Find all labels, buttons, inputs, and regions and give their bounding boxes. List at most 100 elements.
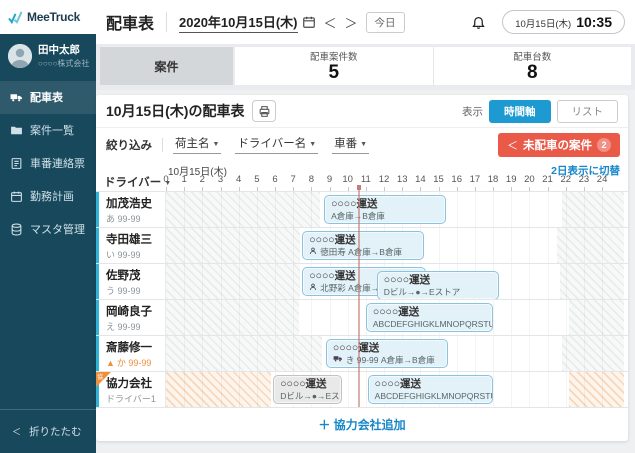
board-footer: ＋ 協力会社追加 xyxy=(96,407,628,441)
hour-gridline xyxy=(584,264,585,299)
hour-gridline xyxy=(529,300,530,335)
driver-label: 佐野茂う 99-99 xyxy=(96,264,166,299)
filter-dropdown-label: 車番 xyxy=(334,138,357,150)
hour-label: 22 xyxy=(560,174,571,185)
hour-gridline xyxy=(548,264,549,299)
hour-gridline xyxy=(584,192,585,227)
view-option-1[interactable]: リスト xyxy=(557,100,619,123)
today-button[interactable]: 今日 xyxy=(366,12,405,33)
dispatch-card[interactable]: ○○○○運送き 99-99 A倉庫→B倉庫 xyxy=(326,339,448,368)
unavailable-hatch xyxy=(166,300,299,335)
hour-gridline xyxy=(257,372,258,407)
driver-plate: ドライバー1 xyxy=(106,392,161,405)
hour-gridline xyxy=(239,300,240,335)
hour-gridline xyxy=(330,300,331,335)
hour-label: 8 xyxy=(309,174,314,185)
hour-gridline xyxy=(602,192,603,227)
hour-gridline xyxy=(602,264,603,299)
user-info: 田中太郎 ○○○○株式会社 xyxy=(0,34,96,81)
unavailable-hatch xyxy=(557,228,624,263)
dispatch-card[interactable]: ○○○○運送A倉庫→B倉庫 xyxy=(324,195,446,224)
tab-cases[interactable]: 案件 xyxy=(100,47,233,85)
hour-gridline xyxy=(566,300,567,335)
hour-gridline xyxy=(529,228,530,263)
dispatch-card[interactable]: ○○○○運送ABCDEFGHIGKLMNOPQRSTU倉庫… xyxy=(366,303,493,332)
sidebar-item-4[interactable]: マスタ管理 xyxy=(0,213,96,246)
hour-gridline xyxy=(184,264,185,299)
calendar-icon[interactable] xyxy=(298,15,320,29)
dispatch-card[interactable]: ○○○○運送Dビル→●→Eストア xyxy=(273,375,342,404)
sidebar-collapse-button[interactable]: ＜ 折りたたむ xyxy=(0,409,96,453)
hour-gridline xyxy=(257,264,258,299)
filter-dropdown-2[interactable]: 車番▼ xyxy=(332,135,369,154)
app-logo: MeeTruck xyxy=(0,0,96,34)
app-root: MeeTruck 田中太郎 ○○○○株式会社 配車表案件一覧車番連絡票勤務計画マ… xyxy=(0,0,635,453)
row-accent xyxy=(96,336,99,371)
clock: 10月15日(木) 10:35 xyxy=(502,10,625,34)
hour-gridline xyxy=(311,192,312,227)
driver-column-sort[interactable]: ドライバー▼ xyxy=(104,174,171,190)
sidebar-item-2[interactable]: 車番連絡票 xyxy=(0,147,96,180)
stats-strip: 案件 配車案件数5配車台数8 xyxy=(96,44,635,90)
dispatch-card[interactable]: ○○○○運送Dビル→●→Eストア xyxy=(377,271,499,299)
unavailable-hatch xyxy=(569,300,624,335)
row-accent xyxy=(96,264,99,299)
sidebar-item-1[interactable]: 案件一覧 xyxy=(0,114,96,147)
hour-gridline xyxy=(548,228,549,263)
hour-gridline xyxy=(584,372,585,407)
partner-ribbon-label: 協 xyxy=(97,372,103,381)
add-partner-button[interactable]: ＋ 協力会社追加 xyxy=(318,416,405,433)
driver-track: ○○○○運送き 99-99 A倉庫→B倉庫 xyxy=(166,336,624,371)
hour-gridline xyxy=(221,264,222,299)
person-icon xyxy=(309,247,317,258)
dispatch-card-route: ABCDEFGHIGKLMNOPQRSTU倉庫… xyxy=(373,319,486,330)
collapse-label: 折りたたむ xyxy=(29,424,82,439)
hour-gridline xyxy=(184,372,185,407)
hour-gridline xyxy=(239,372,240,407)
dispatch-card-title: ○○○○運送 xyxy=(373,306,486,319)
hour-gridline xyxy=(457,336,458,371)
driver-name: 斎藤修一 xyxy=(106,341,161,356)
sidebar-item-0[interactable]: 配車表 xyxy=(0,81,96,114)
hour-gridline xyxy=(566,372,567,407)
hour-gridline xyxy=(584,336,585,371)
hour-gridline xyxy=(602,228,603,263)
dispatch-card-route: Dビル→●→Eストア xyxy=(280,391,335,402)
view-option-0[interactable]: 時間軸 xyxy=(489,100,551,123)
printer-icon xyxy=(258,105,271,118)
header: 配車表 2020年10月15日(木) ＜ ＞ 今日 10月15日(木) 10:3… xyxy=(96,0,635,44)
driver-label: 寺田雄三い 99-99 xyxy=(96,228,166,263)
hour-gridline xyxy=(202,228,203,263)
hour-gridline xyxy=(439,228,440,263)
dispatch-card[interactable]: ○○○○運送ABCDEFGHIGKLMNOPQRSTU倉庫… xyxy=(368,375,493,404)
next-day-button[interactable]: ＞ xyxy=(341,13,362,32)
hour-gridline xyxy=(566,264,567,299)
hour-gridline xyxy=(511,192,512,227)
prev-day-button[interactable]: ＜ xyxy=(320,13,341,32)
unavailable-hatch xyxy=(166,192,320,227)
database-icon xyxy=(10,223,23,236)
chevron-left-icon: ＜ xyxy=(12,425,21,438)
driver-plate: あ 99-99 xyxy=(106,212,161,225)
stat-label: 配車案件数 xyxy=(310,49,358,63)
stat-cards: 配車案件数5配車台数8 xyxy=(235,47,631,85)
divider xyxy=(166,12,167,32)
hour-gridline xyxy=(529,264,530,299)
date-picker-value[interactable]: 2020年10月15日(木) xyxy=(179,12,298,33)
filter-dropdown-1[interactable]: ドライバー名▼ xyxy=(235,135,318,154)
unassigned-count-badge: 2 xyxy=(597,138,611,152)
sidebar-item-3[interactable]: 勤務計画 xyxy=(0,180,96,213)
print-button[interactable] xyxy=(252,100,276,122)
hour-gridline xyxy=(202,264,203,299)
hour-gridline xyxy=(602,372,603,407)
bell-icon[interactable] xyxy=(467,14,490,30)
dispatch-card[interactable]: ○○○○運送徳田寿 A倉庫→B倉庫 xyxy=(302,231,424,260)
unavailable-hatch xyxy=(166,228,300,263)
unassigned-cases-button[interactable]: ＜ 未配車の案件 2 xyxy=(498,133,620,157)
user-company: ○○○○株式会社 xyxy=(38,58,89,69)
hour-gridline xyxy=(457,228,458,263)
hour-gridline xyxy=(511,372,512,407)
hour-gridline xyxy=(493,300,494,335)
filter-dropdown-0[interactable]: 荷主名▼ xyxy=(173,135,221,154)
dispatch-card-route-text: Dビル→●→Eストア xyxy=(280,391,342,402)
